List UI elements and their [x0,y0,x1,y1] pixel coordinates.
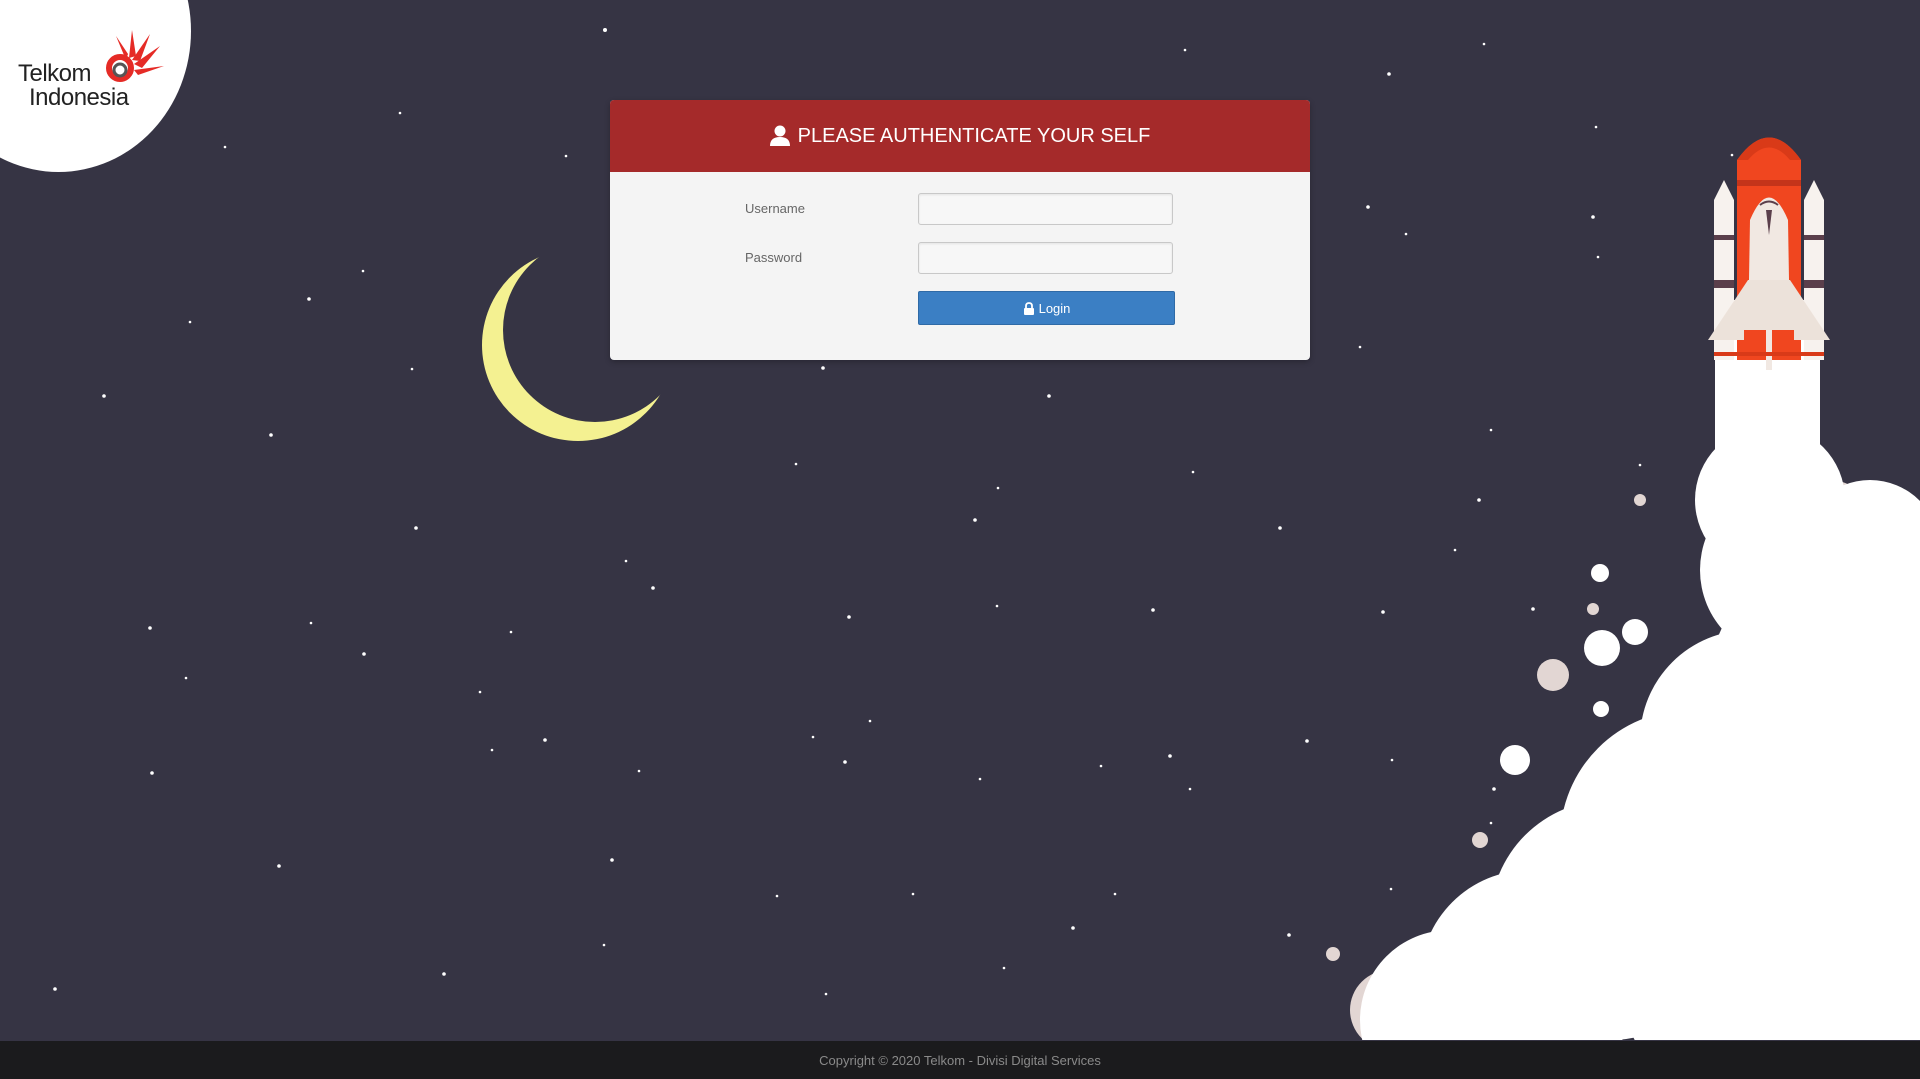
login-button-label: Login [1038,300,1071,316]
password-row: Password [610,242,1310,276]
footer-copyright: Copyright © 2020 Telkom - Divisi Digital… [819,1052,1101,1068]
password-label: Password [745,250,803,265]
password-input[interactable] [918,242,1173,274]
user-icon [769,125,790,146]
lock-icon [1023,301,1034,315]
login-button[interactable]: Login [918,291,1175,325]
telkom-logo: Telkom Indonesia [18,26,168,116]
rocket-launch-illustration [1326,137,1920,1040]
login-panel: PLEASE AUTHENTICATE YOUR SELF Username P… [610,100,1310,360]
username-row: Username [610,193,1310,227]
logo-line-2: Indonesia [29,84,129,111]
smoke-cloud [1326,300,1920,1040]
login-panel-title: PLEASE AUTHENTICATE YOUR SELF [797,124,1151,147]
telkom-hand-icon [106,30,164,82]
footer: Copyright © 2020 Telkom - Divisi Digital… [0,1041,1920,1079]
username-label: Username [745,201,805,216]
username-input[interactable] [918,193,1173,225]
login-panel-header: PLEASE AUTHENTICATE YOUR SELF [610,100,1310,172]
